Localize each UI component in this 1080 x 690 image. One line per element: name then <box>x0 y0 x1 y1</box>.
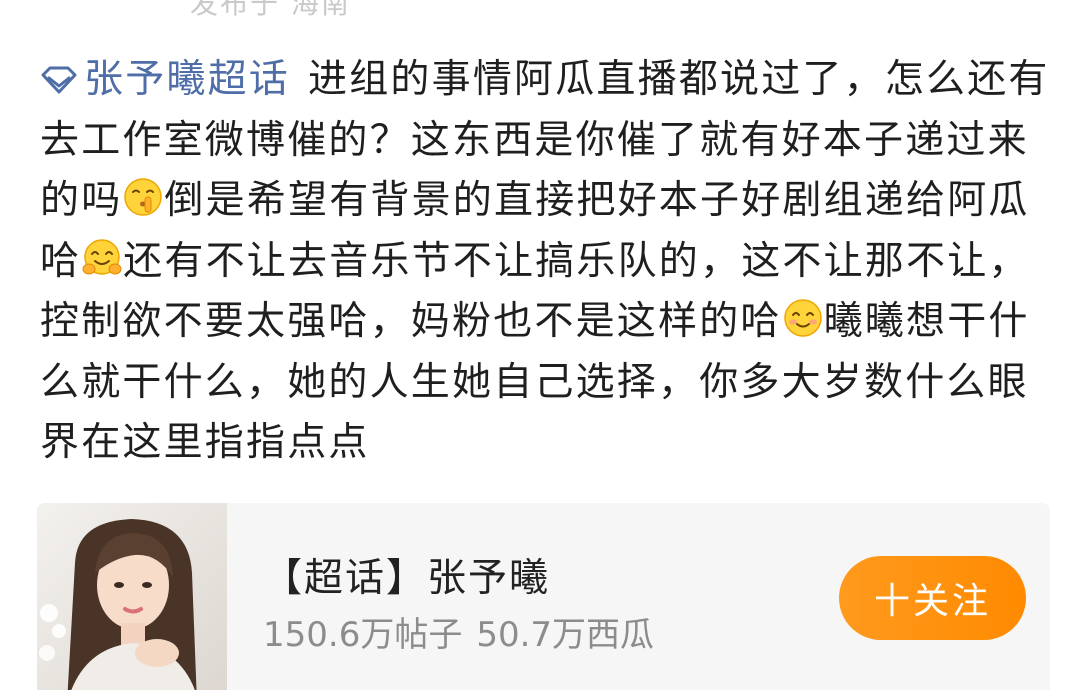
topic-tag-link[interactable]: 张予曦超话 <box>40 50 290 111</box>
posts-count: 150.6万帖子 <box>263 615 463 655</box>
shush-emoji-icon <box>124 178 163 216</box>
post-location-meta: 发布于 海南 <box>190 0 351 20</box>
smile-emoji-icon <box>783 299 822 337</box>
post-body: 张予曦超话 进组的事情阿瓜直播都说过了，怎么还有去工作室微博催的？这东西是你催了… <box>40 50 1052 474</box>
hug-emoji-icon <box>82 238 122 275</box>
topic-tag-label: 张予曦超话 <box>84 57 291 102</box>
super-topic-avatar <box>37 503 227 690</box>
follow-button[interactable]: 十关注 <box>839 556 1026 640</box>
super-topic-card[interactable]: 【超话】张予曦 150.6万帖子 50.7万西瓜 十关注 <box>37 503 1050 690</box>
post-screen: 发布于 海南 张予曦超话 进组的事情阿瓜直播都说过了，怎么还有去工作室微博催的？… <box>0 0 1080 690</box>
avatar-portrait-image <box>37 503 227 690</box>
fans-count: 50.7万西瓜 <box>476 615 655 655</box>
super-topic-stats: 150.6万帖子 50.7万西瓜 <box>263 607 654 656</box>
super-topic-diamond-icon <box>41 66 77 94</box>
super-topic-title: 【超话】张予曦 <box>263 556 551 601</box>
